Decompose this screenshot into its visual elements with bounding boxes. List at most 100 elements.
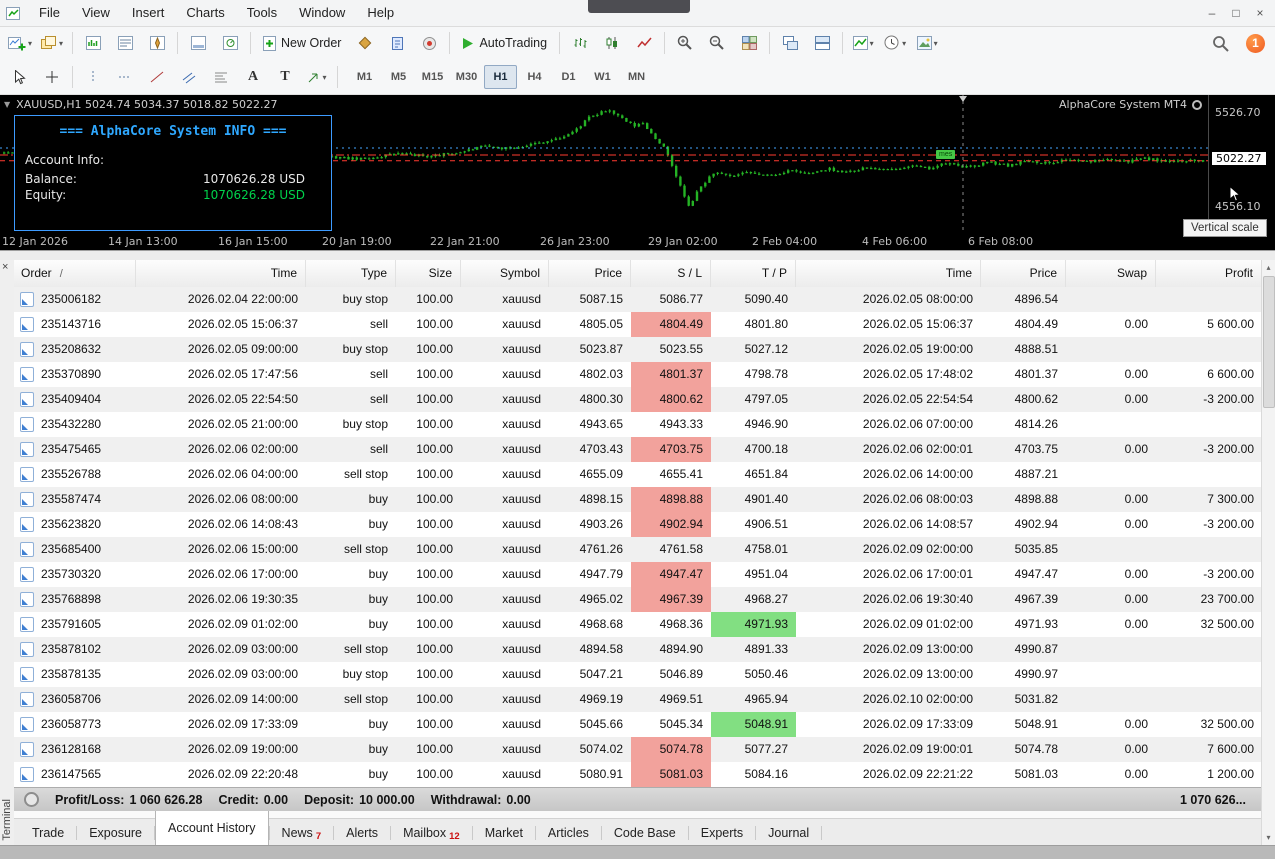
- minimize-button[interactable]: –: [1201, 4, 1223, 22]
- history-row[interactable]: 2358781022026.02.09 03:00:00sell stop100…: [14, 637, 1262, 662]
- vertical-line-tool-button[interactable]: [77, 63, 109, 91]
- tile-windows-button[interactable]: [733, 29, 765, 57]
- history-row[interactable]: 2354754652026.02.06 02:00:00sell100.00xa…: [14, 437, 1262, 462]
- notification-badge[interactable]: 1: [1246, 34, 1265, 53]
- history-row[interactable]: 2357688982026.02.06 19:30:35buy100.00xau…: [14, 587, 1262, 612]
- menu-charts[interactable]: Charts: [175, 0, 235, 26]
- chart-area[interactable]: ▼ XAUUSD,H1 5024.74 5034.37 5018.82 5022…: [0, 94, 1208, 232]
- time-axis[interactable]: 12 Jan 202614 Jan 13:0016 Jan 15:0020 Ja…: [0, 232, 1208, 250]
- col-type[interactable]: Type: [306, 260, 396, 287]
- col-size[interactable]: Size: [396, 260, 461, 287]
- record-icon[interactable]: [413, 29, 445, 57]
- history-row[interactable]: 2354094042026.02.05 22:54:50sell100.00xa…: [14, 387, 1262, 412]
- col-open-price[interactable]: Price: [549, 260, 631, 287]
- timeframe-w1[interactable]: W1: [586, 65, 619, 89]
- col-swap[interactable]: Swap: [1066, 260, 1156, 287]
- col-sl[interactable]: S / L: [631, 260, 711, 287]
- data-window-button[interactable]: [109, 29, 141, 57]
- line-chart-button[interactable]: [628, 29, 660, 57]
- history-row[interactable]: 2360587062026.02.09 14:00:00sell stop100…: [14, 687, 1262, 712]
- history-row[interactable]: 2356238202026.02.06 14:08:43buy100.00xau…: [14, 512, 1262, 537]
- cursor-tool-button[interactable]: [4, 63, 36, 91]
- tab-news[interactable]: News7: [270, 820, 334, 846]
- timeframe-h1[interactable]: H1: [484, 65, 517, 89]
- timeframe-h4[interactable]: H4: [518, 65, 551, 89]
- timeframe-m5[interactable]: M5: [382, 65, 415, 89]
- trendline-tool-button[interactable]: [141, 63, 173, 91]
- bar-chart-button[interactable]: [564, 29, 596, 57]
- close-button[interactable]: ×: [1249, 4, 1271, 22]
- col-symbol[interactable]: Symbol: [461, 260, 549, 287]
- col-close-time[interactable]: Time: [796, 260, 981, 287]
- indicators-button[interactable]: ▾: [847, 29, 879, 57]
- history-row[interactable]: 2355267882026.02.06 04:00:00sell stop100…: [14, 462, 1262, 487]
- chevron-down-icon[interactable]: ▾: [28, 39, 32, 48]
- history-row[interactable]: 2352086322026.02.05 09:00:00buy stop100.…: [14, 337, 1262, 362]
- col-order[interactable]: Order/: [14, 260, 136, 287]
- strategy-tester-button[interactable]: [214, 29, 246, 57]
- chevron-down-icon[interactable]: ▾: [870, 39, 874, 48]
- timeframe-m30[interactable]: M30: [450, 65, 483, 89]
- triangle-down-icon[interactable]: ▼: [4, 100, 10, 109]
- timeframe-m1[interactable]: M1: [348, 65, 381, 89]
- scroll-up-icon[interactable]: ▴: [1262, 263, 1275, 272]
- history-row[interactable]: 2355874742026.02.06 08:00:00buy100.00xau…: [14, 487, 1262, 512]
- horizontal-scrollbar[interactable]: [0, 845, 1275, 859]
- horizontal-line-tool-button[interactable]: [109, 63, 141, 91]
- menu-window[interactable]: Window: [288, 0, 356, 26]
- profiles-button[interactable]: ▾: [36, 29, 68, 57]
- restore-button[interactable]: □: [1225, 4, 1247, 22]
- periods-button[interactable]: ▾: [879, 29, 911, 57]
- history-row[interactable]: 2356854002026.02.06 15:00:00sell stop100…: [14, 537, 1262, 562]
- gear-icon[interactable]: [1192, 100, 1202, 110]
- arrows-tool-button[interactable]: ▾: [301, 63, 333, 91]
- menu-tools[interactable]: Tools: [236, 0, 288, 26]
- history-row[interactable]: 2354322802026.02.05 21:00:00buy stop100.…: [14, 412, 1262, 437]
- history-row[interactable]: 2350061822026.02.04 22:00:00buy stop100.…: [14, 287, 1262, 312]
- chevron-down-icon[interactable]: ▾: [934, 39, 938, 48]
- tab-account-history[interactable]: Account History: [155, 811, 269, 846]
- timeframe-m15[interactable]: M15: [416, 65, 449, 89]
- new-chart-button[interactable]: ▾: [4, 29, 36, 57]
- vertical-scrollbar[interactable]: ▴ ▾: [1261, 260, 1275, 845]
- tab-code-base[interactable]: Code Base: [602, 820, 688, 846]
- tab-journal[interactable]: Journal: [756, 820, 821, 846]
- timeframe-d1[interactable]: D1: [552, 65, 585, 89]
- tab-mailbox[interactable]: Mailbox12: [391, 820, 472, 846]
- autotrading-button[interactable]: AutoTrading: [454, 30, 555, 56]
- history-row[interactable]: 2360587732026.02.09 17:33:09buy100.00xau…: [14, 712, 1262, 737]
- scripts-icon[interactable]: [381, 29, 413, 57]
- history-row[interactable]: 2361475652026.02.09 22:20:48buy100.00xau…: [14, 762, 1262, 787]
- search-icon[interactable]: [1204, 29, 1236, 57]
- text-tool-button[interactable]: A: [237, 63, 269, 91]
- candlestick-chart-button[interactable]: [596, 29, 628, 57]
- timeframe-mn[interactable]: MN: [620, 65, 653, 89]
- col-tp[interactable]: T / P: [711, 260, 796, 287]
- channel-tool-button[interactable]: [173, 63, 205, 91]
- expert-advisors-icon[interactable]: [349, 29, 381, 57]
- col-close-price[interactable]: Price: [981, 260, 1066, 287]
- tab-exposure[interactable]: Exposure: [77, 820, 154, 846]
- fibonacci-tool-button[interactable]: [205, 63, 237, 91]
- history-row[interactable]: 2351437162026.02.05 15:06:37sell100.00xa…: [14, 312, 1262, 337]
- history-row[interactable]: 2357916052026.02.09 01:02:00buy100.00xau…: [14, 612, 1262, 637]
- arrange-windows-button[interactable]: [806, 29, 838, 57]
- chevron-down-icon[interactable]: ▾: [322, 73, 326, 82]
- history-row[interactable]: 2357303202026.02.06 17:00:00buy100.00xau…: [14, 562, 1262, 587]
- tab-articles[interactable]: Articles: [536, 820, 601, 846]
- menu-view[interactable]: View: [71, 0, 121, 26]
- scrollbar-thumb[interactable]: [1263, 276, 1275, 408]
- cascade-windows-button[interactable]: [774, 29, 806, 57]
- crosshair-tool-button[interactable]: [36, 63, 68, 91]
- menu-insert[interactable]: Insert: [121, 0, 176, 26]
- zoom-out-button[interactable]: [701, 29, 733, 57]
- price-axis[interactable]: 5526.70 5022.27 4556.10: [1208, 94, 1275, 232]
- col-profit[interactable]: Profit: [1156, 260, 1262, 287]
- menu-help[interactable]: Help: [356, 0, 405, 26]
- terminal-button[interactable]: [182, 29, 214, 57]
- history-row[interactable]: 2353708902026.02.05 17:47:56sell100.00xa…: [14, 362, 1262, 387]
- zoom-in-button[interactable]: [669, 29, 701, 57]
- chevron-down-icon[interactable]: ▾: [59, 39, 63, 48]
- tab-market[interactable]: Market: [473, 820, 535, 846]
- menu-file[interactable]: File: [28, 0, 71, 26]
